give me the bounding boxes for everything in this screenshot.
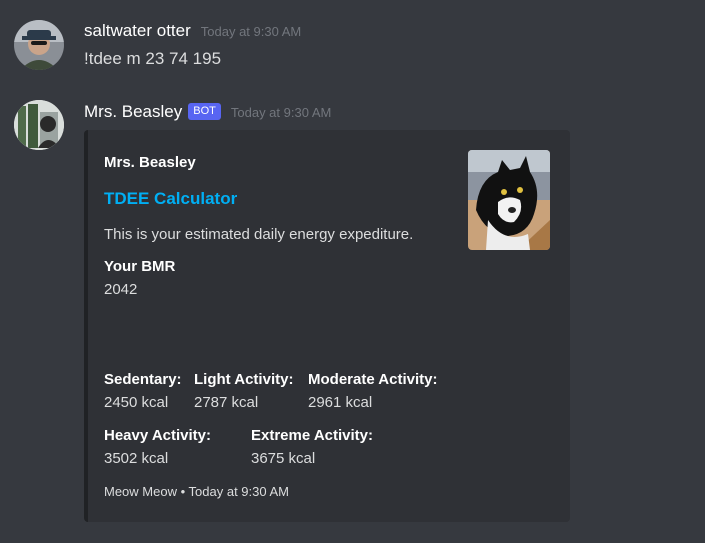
message-author[interactable]: saltwater otter xyxy=(84,21,191,41)
field-light-activity: Light Activity: 2787 kcal xyxy=(194,369,293,415)
message-timestamp: Today at 9:30 AM xyxy=(200,24,302,39)
bot-avatar[interactable] xyxy=(14,100,64,150)
bot-badge: BOT xyxy=(188,103,221,120)
field-bmr: Your BMR 2042 xyxy=(104,256,175,302)
field-name: Moderate Activity: xyxy=(308,371,438,388)
footer-text: Meow Meow xyxy=(104,484,177,499)
embed-description: This is your estimated daily energy expe… xyxy=(104,226,414,243)
field-value: 3502 kcal xyxy=(104,450,169,467)
field-name: Your BMR xyxy=(104,258,176,275)
embed-title-link[interactable]: TDEE Calculator xyxy=(104,189,237,209)
field-name: Light Activity: xyxy=(194,371,294,388)
field-value: 3675 kcal xyxy=(251,450,316,467)
field-value: 2787 kcal xyxy=(194,394,259,411)
field-value: 2450 kcal xyxy=(104,394,169,411)
field-value: 2961 kcal xyxy=(308,394,373,411)
footer-timestamp: Today at 9:30 AM xyxy=(188,484,289,499)
embed-card: Mrs. Beasley TDEE Calculator This is you… xyxy=(84,130,570,522)
footer-separator: • xyxy=(180,484,186,499)
message-timestamp: Today at 9:30 AM xyxy=(230,105,332,120)
field-value: 2042 xyxy=(104,281,138,298)
field-name: Extreme Activity: xyxy=(251,427,373,444)
field-moderate-activity: Moderate Activity: 2961 kcal xyxy=(308,369,437,415)
field-sedentary: Sedentary: 2450 kcal xyxy=(104,369,182,415)
field-name: Sedentary: xyxy=(104,371,182,388)
message-content: !tdee m 23 74 195 xyxy=(84,49,222,68)
embed-thumbnail[interactable] xyxy=(468,150,550,250)
embed-footer: Meow Meow • Today at 9:30 AM xyxy=(104,484,289,499)
field-name: Heavy Activity: xyxy=(104,427,211,444)
message-author[interactable]: Mrs. Beasley xyxy=(84,102,182,122)
embed-author: Mrs. Beasley xyxy=(104,154,196,171)
user-avatar[interactable] xyxy=(14,20,64,70)
field-extreme-activity: Extreme Activity: 3675 kcal xyxy=(251,425,373,471)
field-heavy-activity: Heavy Activity: 3502 kcal xyxy=(104,425,211,471)
